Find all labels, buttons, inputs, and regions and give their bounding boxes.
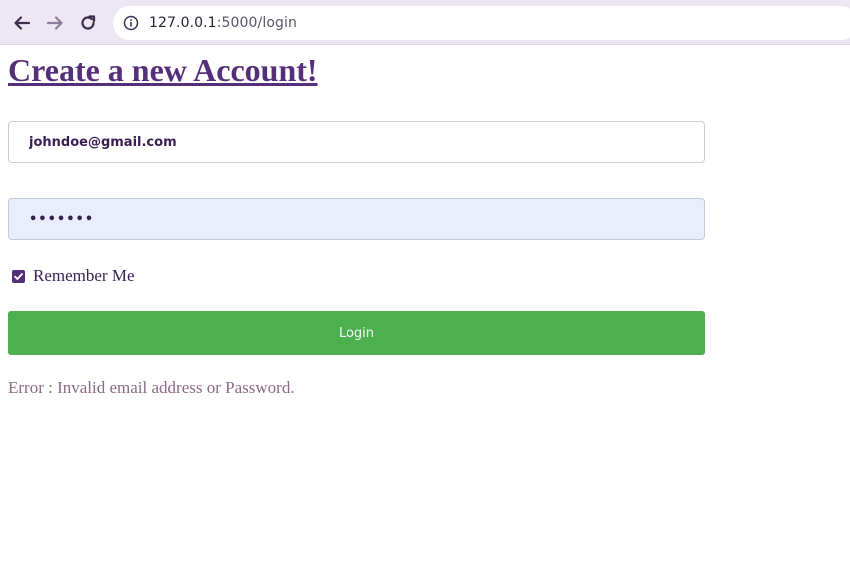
address-bar[interactable]: 127.0.0.1:5000/login <box>113 6 850 40</box>
remember-me-row: Remember Me <box>12 266 135 286</box>
url-text: 127.0.0.1:5000/login <box>149 15 297 31</box>
url-path: :5000/login <box>216 15 297 31</box>
password-field[interactable] <box>8 198 705 240</box>
error-message: Error : Invalid email address or Passwor… <box>8 378 295 397</box>
page-title[interactable]: Create a new Account! <box>8 52 318 89</box>
back-arrow-icon[interactable] <box>8 9 36 37</box>
email-field[interactable] <box>8 121 705 163</box>
remember-me-checkbox[interactable] <box>12 269 25 283</box>
forward-arrow-icon[interactable] <box>41 9 69 37</box>
reload-icon[interactable] <box>74 9 102 37</box>
login-button[interactable]: Login <box>8 311 705 355</box>
checkmark-icon <box>14 272 23 280</box>
remember-me-label[interactable]: Remember Me <box>33 266 135 286</box>
info-icon[interactable] <box>123 15 139 31</box>
browser-toolbar: 127.0.0.1:5000/login <box>0 0 850 45</box>
url-host: 127.0.0.1 <box>149 15 217 31</box>
